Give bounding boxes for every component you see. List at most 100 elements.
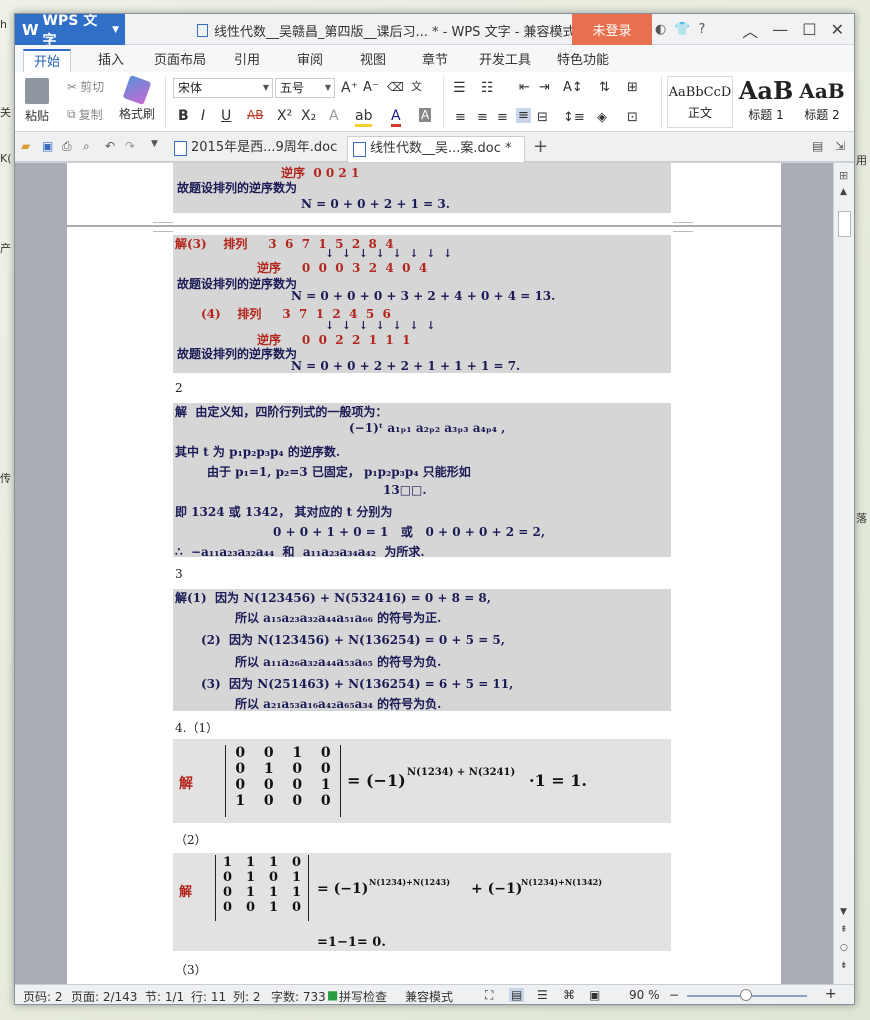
- justify-icon[interactable]: ≡: [516, 108, 531, 123]
- collapse-ribbon-icon[interactable]: ︿: [742, 18, 758, 42]
- outline-view-icon[interactable]: ☰: [537, 988, 548, 1002]
- scroll-up-icon[interactable]: ▲: [840, 187, 847, 197]
- shrink-font-button[interactable]: A⁻: [363, 80, 379, 95]
- tab-page-layout[interactable]: 页面布局: [145, 49, 215, 72]
- align-center-icon[interactable]: ≡: [477, 110, 488, 125]
- style-heading-1[interactable]: AaB 标题 1: [735, 76, 797, 128]
- save-icon[interactable]: ▣: [42, 139, 53, 153]
- redo-icon[interactable]: ↷: [125, 139, 135, 153]
- expand-icon[interactable]: ⇲: [835, 139, 845, 153]
- highlight-icon[interactable]: ab: [355, 108, 373, 127]
- side-panel-icon[interactable]: ▤: [812, 139, 823, 153]
- skin-icon[interactable]: 👕: [674, 22, 690, 37]
- select-browse-icon[interactable]: ○: [840, 943, 848, 953]
- table-icon[interactable]: ⊞: [627, 80, 638, 95]
- divider: [443, 76, 444, 128]
- sort-icon[interactable]: ⇅: [599, 80, 610, 95]
- zoom-out-icon[interactable]: −: [669, 988, 679, 1002]
- cut-button[interactable]: ✂ 剪切: [67, 78, 104, 95]
- style-normal[interactable]: AaBbCcD 正文: [667, 76, 733, 128]
- tab-references[interactable]: 引用: [227, 49, 267, 72]
- app-menu-button[interactable]: W WPS 文字 ▼: [15, 14, 125, 49]
- border-icon[interactable]: ⊡: [627, 110, 638, 125]
- row-info[interactable]: 行: 11: [191, 988, 226, 1004]
- align-left-icon[interactable]: ≡: [455, 110, 466, 125]
- shading-fill-icon[interactable]: ◈: [597, 110, 607, 125]
- font-color-icon[interactable]: A: [391, 108, 401, 127]
- spell-check-icon[interactable]: ■: [327, 988, 338, 1002]
- cloud-icon[interactable]: ◐: [655, 22, 666, 37]
- open-folder-icon[interactable]: ▰: [21, 139, 30, 153]
- vertical-scrollbar[interactable]: ⊞ ▲ ▼ ⇞ ○ ⇟: [833, 163, 854, 984]
- page-view-icon[interactable]: ▤: [509, 988, 525, 1002]
- close-button[interactable]: ✕: [831, 20, 844, 39]
- increase-indent-icon[interactable]: ⇥: [539, 80, 550, 95]
- format-painter-button[interactable]: 格式刷: [119, 74, 155, 122]
- quick-access-menu-icon[interactable]: ▼: [151, 139, 158, 149]
- undo-icon[interactable]: ↶: [105, 139, 115, 153]
- subscript-icon[interactable]: X₂: [301, 108, 316, 124]
- clear-format-icon[interactable]: ⌫: [387, 80, 404, 94]
- word-count[interactable]: 字数: 733: [271, 988, 326, 1004]
- zoom-level[interactable]: 90 %: [629, 988, 660, 1002]
- tab-insert[interactable]: 插入: [87, 49, 135, 72]
- clipboard-icon: [25, 78, 49, 104]
- distribute-icon[interactable]: ⊟: [537, 110, 548, 125]
- strikethrough-icon[interactable]: AB: [247, 108, 263, 122]
- login-button[interactable]: 未登录: [572, 14, 652, 45]
- tab-review[interactable]: 审阅: [290, 49, 330, 72]
- zoom-in-icon[interactable]: +: [825, 986, 837, 1002]
- full-screen-icon[interactable]: ⛶: [485, 988, 493, 1003]
- page-count[interactable]: 页面: 2/143: [71, 988, 137, 1004]
- doc-tab-1[interactable]: 2015年是西...9周年.doc ✕: [169, 136, 341, 179]
- scroll-down-icon[interactable]: ▼: [840, 907, 847, 917]
- style-heading-2[interactable]: AaB 标题 2: [799, 76, 845, 128]
- copy-button[interactable]: ⧉ 复制: [67, 106, 103, 123]
- italic-icon[interactable]: I: [201, 108, 205, 124]
- superscript-icon[interactable]: X²: [277, 108, 292, 124]
- decrease-indent-icon[interactable]: ⇤: [519, 80, 530, 95]
- font-name-select[interactable]: 宋体 ▼: [173, 78, 273, 98]
- minimize-button[interactable]: —: [772, 20, 788, 39]
- section-info[interactable]: 节: 1/1: [145, 988, 184, 1004]
- scroll-thumb[interactable]: [838, 211, 851, 237]
- font-size-select[interactable]: 五号 ▼: [275, 78, 335, 98]
- reading-view-icon[interactable]: ▣: [589, 988, 600, 1002]
- tab-home[interactable]: 开始: [23, 49, 71, 72]
- tab-chapter[interactable]: 章节: [415, 49, 455, 72]
- maximize-button[interactable]: ☐: [802, 20, 816, 39]
- web-view-icon[interactable]: ⌘: [563, 988, 575, 1002]
- column-info[interactable]: 列: 2: [233, 988, 261, 1004]
- tab-view[interactable]: 视图: [353, 49, 393, 72]
- doc-tab-2[interactable]: 线性代数__吴...案.doc * ✕: [347, 136, 525, 180]
- align-right-icon[interactable]: ≡: [497, 110, 508, 125]
- grow-font-button[interactable]: A⁺: [341, 80, 358, 96]
- tab-developer[interactable]: 开发工具: [473, 49, 537, 72]
- copy-icon: ⧉: [67, 107, 76, 121]
- desktop-fragment: h: [0, 18, 7, 31]
- underline-icon[interactable]: U: [221, 108, 231, 124]
- print-icon[interactable]: ⎙: [62, 139, 72, 154]
- print-preview-icon[interactable]: ⌕: [83, 139, 90, 154]
- numbered-list-icon[interactable]: ☷: [481, 80, 494, 96]
- bullet-list-icon[interactable]: ☰: [453, 80, 466, 96]
- line-spacing-icon[interactable]: ↕≡: [563, 110, 585, 125]
- paste-button[interactable]: 粘贴: [25, 78, 49, 124]
- next-page-icon[interactable]: ⇟: [840, 961, 848, 971]
- phonetic-icon[interactable]: 文: [411, 78, 422, 94]
- spell-check-label[interactable]: 拼写检查: [339, 988, 387, 1004]
- tab-features[interactable]: 特色功能: [551, 49, 615, 72]
- prev-page-icon[interactable]: ⇞: [840, 925, 848, 935]
- scroll-tools-icon[interactable]: ⊞: [839, 169, 848, 182]
- bold-icon[interactable]: B: [178, 108, 189, 124]
- help-button[interactable]: ?: [699, 22, 706, 37]
- page-code[interactable]: 页码: 2: [23, 988, 63, 1004]
- matrix-cell: 1: [263, 761, 274, 777]
- conclusion-line: 故题设排列的逆序数为: [177, 181, 298, 195]
- char-shading-icon[interactable]: A: [419, 108, 432, 122]
- text-effect-icon[interactable]: A: [329, 108, 339, 124]
- text-line: 解(1) 因为 N(123456) + N(532416) = 0 + 8 = …: [175, 591, 491, 605]
- new-tab-icon[interactable]: +: [533, 136, 548, 157]
- zoom-slider-knob[interactable]: [740, 989, 752, 1001]
- text-direction-icon[interactable]: A↕: [563, 80, 583, 95]
